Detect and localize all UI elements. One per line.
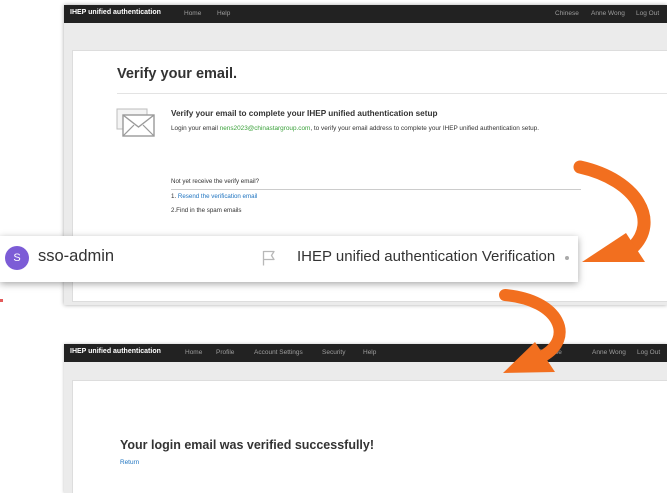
nav-home[interactable]: Home	[184, 10, 201, 17]
nav-chinese[interactable]: Chinese	[555, 10, 579, 17]
decorative-dot	[0, 299, 3, 302]
resend-number: 1.	[171, 193, 178, 200]
nav-security[interactable]: Security	[322, 349, 345, 356]
email-subject: IHEP unified authentication Verification	[297, 248, 556, 265]
sender-name: sso-admin	[38, 247, 115, 265]
resend-line: 1. Resend the verification email	[171, 193, 257, 200]
email-address-link[interactable]: nens2023@chinastargroup.com	[220, 125, 311, 132]
section-divider	[171, 189, 581, 190]
top-navbar: IHEP unified authentication Home Help Ch…	[64, 5, 667, 23]
envelope-icon	[116, 108, 155, 137]
verify-instructions: Login your email nens2023@chinastargroup…	[171, 124, 581, 134]
nav-profile[interactable]: Profile	[216, 349, 234, 356]
resend-verification-link[interactable]: Resend the verification email	[178, 193, 257, 200]
instructions-prefix: Login your email	[171, 125, 220, 132]
title-divider	[117, 93, 667, 94]
success-card: Your login email was verified successful…	[72, 380, 667, 493]
not-received-label: Not yet receive the verify email?	[171, 178, 260, 185]
nav-home[interactable]: Home	[185, 349, 202, 356]
verify-subtitle: Verify your email to complete your IHEP …	[171, 109, 438, 118]
nav-account-settings[interactable]: Account Settings	[254, 349, 303, 356]
spam-hint: 2.Find in the spam emails	[171, 207, 242, 214]
return-link[interactable]: Return	[120, 459, 139, 466]
unread-dot	[565, 256, 569, 260]
page-title: Verify your email.	[117, 66, 238, 82]
nav-logout[interactable]: Log Out	[637, 349, 660, 356]
nav-user[interactable]: Anne Wong	[592, 349, 626, 356]
nav-logout[interactable]: Log Out	[636, 10, 659, 17]
brand-link[interactable]: IHEP unified authentication	[70, 9, 161, 16]
nav-help[interactable]: Help	[363, 349, 376, 356]
success-message: Your login email was verified successful…	[120, 438, 375, 452]
flag-icon[interactable]	[262, 250, 276, 266]
nav-user[interactable]: Anne Wong	[591, 10, 625, 17]
sender-avatar: S	[5, 246, 29, 270]
brand-link[interactable]: IHEP unified authentication	[70, 348, 161, 355]
verified-window: IHEP unified authentication Home Profile…	[64, 344, 667, 493]
instructions-suffix: , to verify your email address to comple…	[310, 125, 540, 132]
email-list-row[interactable]: S sso-admin IHEP unified authentication …	[0, 236, 578, 282]
nav-chinese[interactable]: Chinese	[538, 349, 562, 356]
bottom-navbar: IHEP unified authentication Home Profile…	[64, 344, 667, 362]
nav-help[interactable]: Help	[217, 10, 230, 17]
